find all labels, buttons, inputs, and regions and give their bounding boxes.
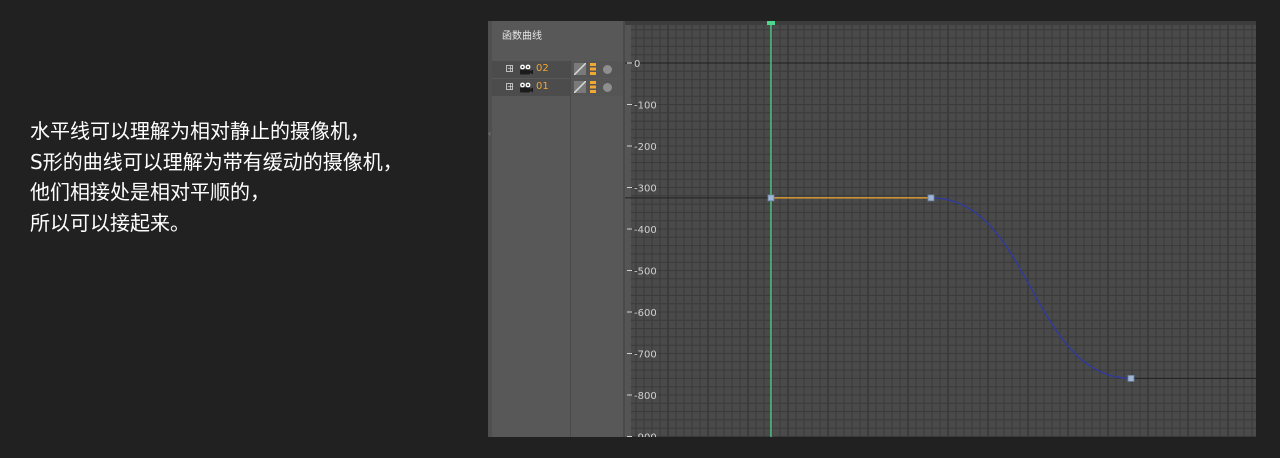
y-tick-label: -900: [634, 433, 657, 438]
track-controls: [570, 61, 623, 78]
track-controls: [570, 79, 623, 96]
solo-dot-icon[interactable]: [603, 83, 612, 92]
y-tick-label: -700: [634, 350, 657, 361]
solo-dot-icon[interactable]: [603, 65, 612, 74]
curve-mode-icon[interactable]: [574, 63, 586, 75]
camera-icon: [520, 64, 533, 75]
track-list: + 02 + 01: [492, 61, 623, 97]
expand-icon[interactable]: +: [506, 83, 514, 91]
y-tick-label: -500: [634, 267, 657, 278]
layer-icon[interactable]: [590, 81, 596, 93]
layer-icon[interactable]: [590, 63, 596, 75]
time-ruler: [625, 21, 1256, 25]
caption-text: 水平线可以理解为相对静止的摄像机， S形的曲线可以理解为带有缓动的摄像机， 他们…: [30, 116, 403, 238]
y-tick-label: 0: [634, 59, 640, 70]
caption-line-4: 所以可以接起来。: [30, 210, 190, 235]
playhead-handle: [767, 21, 775, 25]
function-curve-editor: 函数曲线 + 02 + 01 ‹ 0 -100 -200 -300 -400 -…: [488, 21, 1256, 437]
camera-icon: [520, 82, 533, 93]
curve-graph[interactable]: 0 -100 -200 -300 -400 -500 -600 -700 -800 -900: [625, 21, 1256, 437]
y-tick-label: -200: [634, 142, 657, 153]
y-tick-label: -600: [634, 308, 657, 319]
keyframe-point[interactable]: [1127, 374, 1135, 382]
collapse-handle-icon[interactable]: ‹: [488, 129, 491, 138]
caption-line-3: 他们相接处是相对平顺的，: [30, 180, 270, 204]
caption-line-2: S形的曲线可以理解为带有缓动的摄像机，: [30, 149, 403, 174]
y-tick-label: -800: [634, 391, 657, 402]
y-tick-label: -400: [634, 225, 657, 236]
y-tick-label: -100: [634, 101, 657, 112]
track-panel: 函数曲线 + 02 + 01 ‹: [488, 21, 623, 437]
track-row[interactable]: + 02: [492, 61, 623, 78]
caption-line-1: 水平线可以理解为相对静止的摄像机，: [30, 119, 370, 143]
keyframe-point[interactable]: [927, 194, 935, 202]
curve-mode-icon[interactable]: [574, 81, 586, 93]
track-name: 01: [536, 81, 549, 92]
y-tick-label: -300: [634, 184, 657, 195]
keyframe-point[interactable]: [767, 194, 775, 202]
track-name: 02: [536, 63, 549, 74]
track-row[interactable]: + 01: [492, 79, 623, 96]
expand-icon[interactable]: +: [506, 65, 514, 73]
column-divider: [570, 61, 571, 437]
panel-title: 函数曲线: [502, 31, 542, 42]
